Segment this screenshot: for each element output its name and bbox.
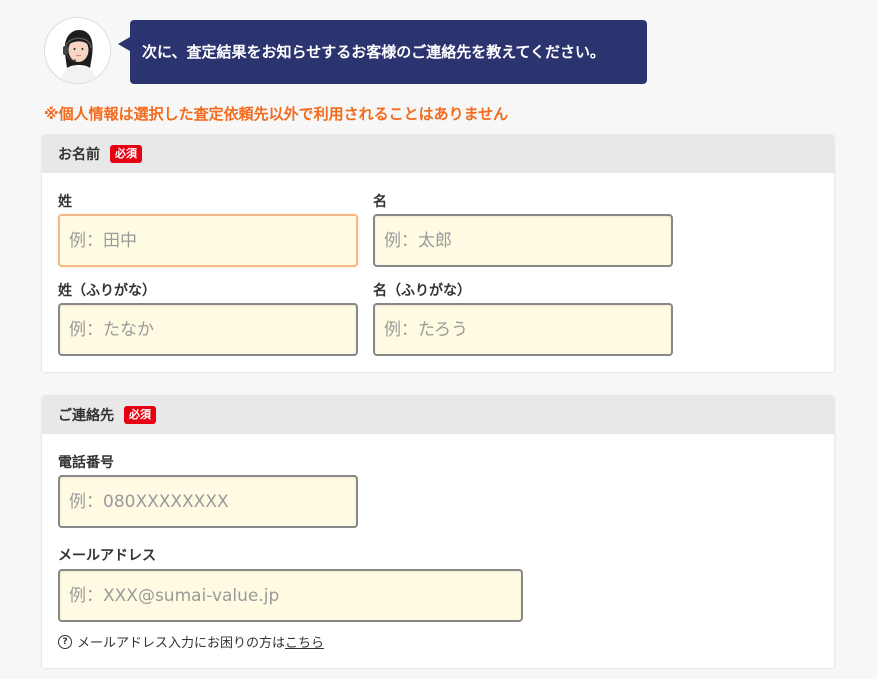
name-section-title: お名前 — [58, 147, 100, 163]
required-badge: 必須 — [110, 145, 142, 163]
first-name-kana-label: 名（ふりがな） — [373, 283, 471, 299]
name-section-header: お名前 必須 — [42, 135, 834, 173]
operator-message: 次に、査定結果をお知らせするお客様のご連絡先を教えてください。 — [142, 43, 606, 61]
email-label: メールアドレス — [58, 548, 156, 564]
email-help: ? メールアドレス入力にお困りの方は こちら — [58, 632, 324, 651]
last-name-label: 姓 — [58, 194, 72, 210]
last-name-input[interactable] — [58, 214, 358, 267]
first-name-kana-input[interactable] — [373, 303, 673, 356]
last-name-kana-label: 姓（ふりがな） — [58, 283, 156, 299]
last-name-kana-input[interactable] — [58, 303, 358, 356]
phone-input[interactable] — [58, 475, 358, 528]
privacy-notice: ※個人情報は選択した査定依頼先以外で利用されることはありません — [44, 105, 509, 123]
question-circle-icon: ? — [58, 634, 72, 649]
operator-message-bubble: 次に、査定結果をお知らせするお客様のご連絡先を教えてください。 — [130, 20, 647, 84]
email-help-link[interactable]: こちら — [285, 632, 324, 651]
first-name-input[interactable] — [373, 214, 673, 267]
contact-section-title: ご連絡先 — [58, 408, 114, 424]
first-name-label: 名 — [373, 194, 387, 210]
operator-avatar-icon — [44, 17, 111, 84]
required-badge: 必須 — [124, 406, 156, 424]
phone-label: 電話番号 — [58, 455, 114, 471]
speech-bubble-tail — [118, 37, 130, 51]
contact-section-header: ご連絡先 必須 — [42, 396, 834, 434]
name-section: お名前 必須 姓 名 姓（ふりがな） 名（ふりがな） — [42, 135, 834, 372]
contact-section: ご連絡先 必須 電話番号 メールアドレス ? メールアドレス入力にお困りの方は … — [42, 396, 834, 668]
email-help-text: メールアドレス入力にお困りの方は — [77, 636, 286, 651]
email-input[interactable] — [58, 569, 523, 622]
